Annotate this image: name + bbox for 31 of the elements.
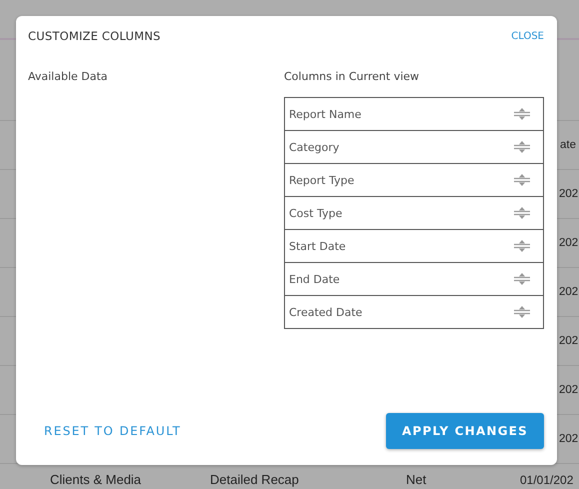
table-cell: 01/01/202 — [520, 473, 574, 487]
section-heading: Columns in Current view — [284, 70, 420, 83]
close-link[interactable]: CLOSE — [511, 30, 544, 42]
column-item: End Date — [289, 272, 340, 286]
section-heading: Available Data — [28, 70, 108, 83]
drag-handle-icon[interactable] — [514, 305, 530, 319]
drag-handle-icon[interactable] — [514, 140, 530, 154]
table-cell: 202 — [559, 188, 578, 200]
table-cell: 202 — [559, 237, 578, 249]
apply-button[interactable]: APPLY CHANGES — [386, 413, 544, 449]
column-item: Report Type — [289, 174, 354, 186]
table-cell: Clients & Media — [50, 473, 142, 487]
table-cell: 202 — [559, 286, 578, 298]
table-cell: Net — [406, 473, 426, 487]
drag-handle-icon[interactable] — [514, 173, 530, 187]
column-item: Created Date — [289, 306, 362, 318]
column-item: Cost Type — [289, 206, 342, 220]
column-item: Category — [289, 140, 340, 154]
table-cell: 202 — [559, 433, 578, 445]
drag-handle-icon[interactable] — [514, 239, 530, 253]
column-header: ate — [560, 139, 576, 151]
drag-handle-icon[interactable] — [514, 107, 530, 121]
drag-handle-icon[interactable] — [514, 206, 530, 220]
column-item: Report Name — [289, 108, 362, 120]
reset-button[interactable]: RESET TO DEFAULT — [28, 418, 198, 444]
table-cell: 202 — [559, 384, 578, 396]
dialog-title: CUSTOMIZE COLUMNS — [28, 29, 160, 43]
table-cell: Detailed Recap — [210, 473, 299, 487]
column-item: Start Date — [289, 240, 346, 252]
table-cell: 202 — [559, 335, 578, 347]
drag-handle-icon[interactable] — [514, 272, 530, 286]
